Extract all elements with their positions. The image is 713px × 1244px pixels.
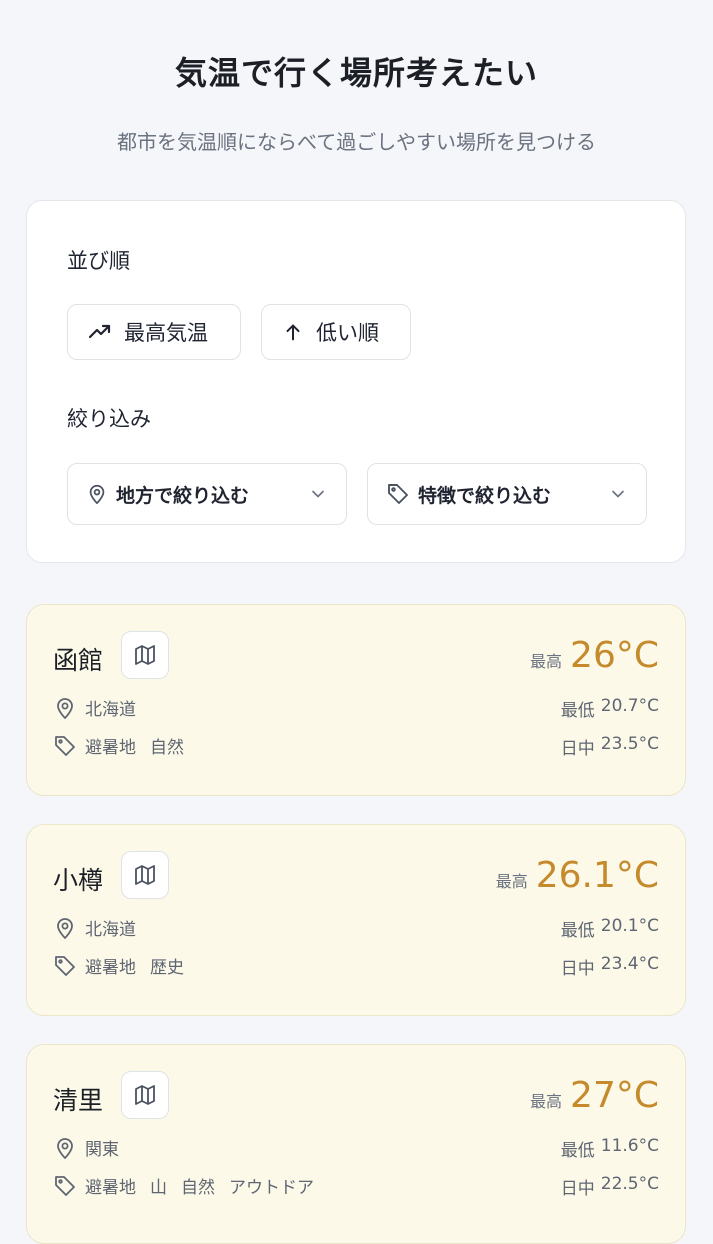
page-title: 気温で行く場所考えたい (174, 54, 538, 92)
day-label: 日中 (560, 739, 595, 759)
map-button[interactable] (121, 631, 169, 679)
map-button[interactable] (121, 851, 169, 899)
map-pin-icon (57, 917, 73, 939)
feature-filter-select[interactable]: 特徴で絞り込む (367, 463, 647, 525)
high-label: 最高 (530, 652, 563, 671)
tags-row: 避暑地 歴史 (53, 953, 184, 978)
high-temp: 最高 27°C (530, 1075, 659, 1116)
chevron-down-icon (312, 490, 324, 498)
map-pin-icon (89, 484, 105, 505)
high-value: 26.1°C (535, 855, 659, 896)
arrow-up-icon (286, 324, 300, 341)
map-icon (135, 645, 155, 665)
map-pin-icon (57, 697, 73, 719)
tag: 自然 (181, 1178, 215, 1198)
high-temp: 最高 26.1°C (496, 855, 659, 896)
tags-row: 避暑地 山 自然 アウトドア (53, 1173, 314, 1198)
high-temp: 最高 26°C (530, 635, 659, 676)
city-card[interactable]: 小樽 北海道 避暑地 歴史 最高 26.1°C 最低 20.1°C 日中 23.… (26, 824, 686, 1016)
day-label: 日中 (560, 1179, 595, 1199)
city-card[interactable]: 函館 北海道 避暑地 自然 最高 26°C 最低 20.7°C 日中 23.5°… (26, 604, 686, 796)
sort-metric-button[interactable]: 最高気温 (67, 304, 241, 360)
low-value: 20.1°C (600, 916, 659, 936)
high-label: 最高 (530, 1092, 563, 1111)
low-label: 最低 (560, 701, 595, 721)
low-temp: 最低 20.7°C (561, 696, 659, 721)
day-temp: 日中 23.4°C (561, 954, 659, 979)
sort-label: 並び順 (67, 249, 130, 273)
day-value: 22.5°C (600, 1174, 659, 1194)
map-button[interactable] (121, 1071, 169, 1119)
filter-label: 絞り込み (67, 407, 151, 431)
low-label: 最低 (560, 921, 595, 941)
city-card[interactable]: 清里 関東 避暑地 山 自然 アウトドア 最高 27°C 最低 11.6°C 日… (26, 1044, 686, 1244)
tag: 避暑地 (85, 738, 136, 758)
low-label: 最低 (560, 1141, 595, 1161)
city-name: 小樽 (53, 866, 104, 895)
region-text: 北海道 (85, 700, 136, 720)
tag-icon (55, 735, 75, 756)
low-value: 20.7°C (600, 696, 659, 716)
low-temp: 最低 11.6°C (561, 1136, 659, 1161)
tag: 避暑地 (85, 958, 136, 978)
day-temp: 日中 22.5°C (561, 1174, 659, 1199)
region-row: 北海道 (53, 915, 136, 940)
day-value: 23.4°C (600, 954, 659, 974)
city-name: 清里 (53, 1086, 104, 1115)
tag: 避暑地 (85, 1178, 136, 1198)
city-name: 函館 (53, 646, 104, 675)
sort-order-label: 低い順 (316, 321, 379, 345)
tags-row: 避暑地 自然 (53, 733, 184, 758)
feature-filter-label: 特徴で絞り込む (418, 484, 552, 507)
page-subtitle: 都市を気温順にならべて過ごしやすい場所を見つける (117, 130, 596, 154)
tag: アウトドア (229, 1178, 314, 1198)
high-label: 最高 (495, 872, 528, 891)
chevron-down-icon (612, 490, 624, 498)
day-temp: 日中 23.5°C (561, 734, 659, 759)
trending-up-icon (88, 324, 111, 339)
high-value: 27°C (570, 1075, 659, 1116)
tag: 山 (150, 1178, 167, 1198)
tag: 自然 (150, 738, 184, 758)
region-filter-label: 地方で絞り込む (116, 484, 250, 507)
region-text: 関東 (85, 1140, 119, 1160)
map-icon (135, 865, 155, 885)
day-value: 23.5°C (600, 734, 659, 754)
map-pin-icon (57, 1137, 73, 1159)
low-temp: 最低 20.1°C (561, 916, 659, 941)
region-filter-select[interactable]: 地方で絞り込む (67, 463, 347, 525)
map-icon (135, 1085, 155, 1105)
day-label: 日中 (560, 959, 595, 979)
tag: 歴史 (150, 958, 184, 978)
tag-icon (388, 484, 408, 504)
sort-metric-label: 最高気温 (124, 321, 208, 345)
tag-icon (55, 955, 75, 976)
tag-icon (55, 1175, 75, 1196)
sort-order-button[interactable]: 低い順 (261, 304, 411, 360)
region-text: 北海道 (85, 920, 136, 940)
controls-panel: 並び順 最高気温 低い順 絞り込み 地方で絞り込む 特徴で絞り込む (26, 200, 686, 563)
low-value: 11.6°C (600, 1136, 659, 1156)
high-value: 26°C (570, 635, 659, 676)
region-row: 関東 (53, 1135, 119, 1160)
region-row: 北海道 (53, 695, 136, 720)
